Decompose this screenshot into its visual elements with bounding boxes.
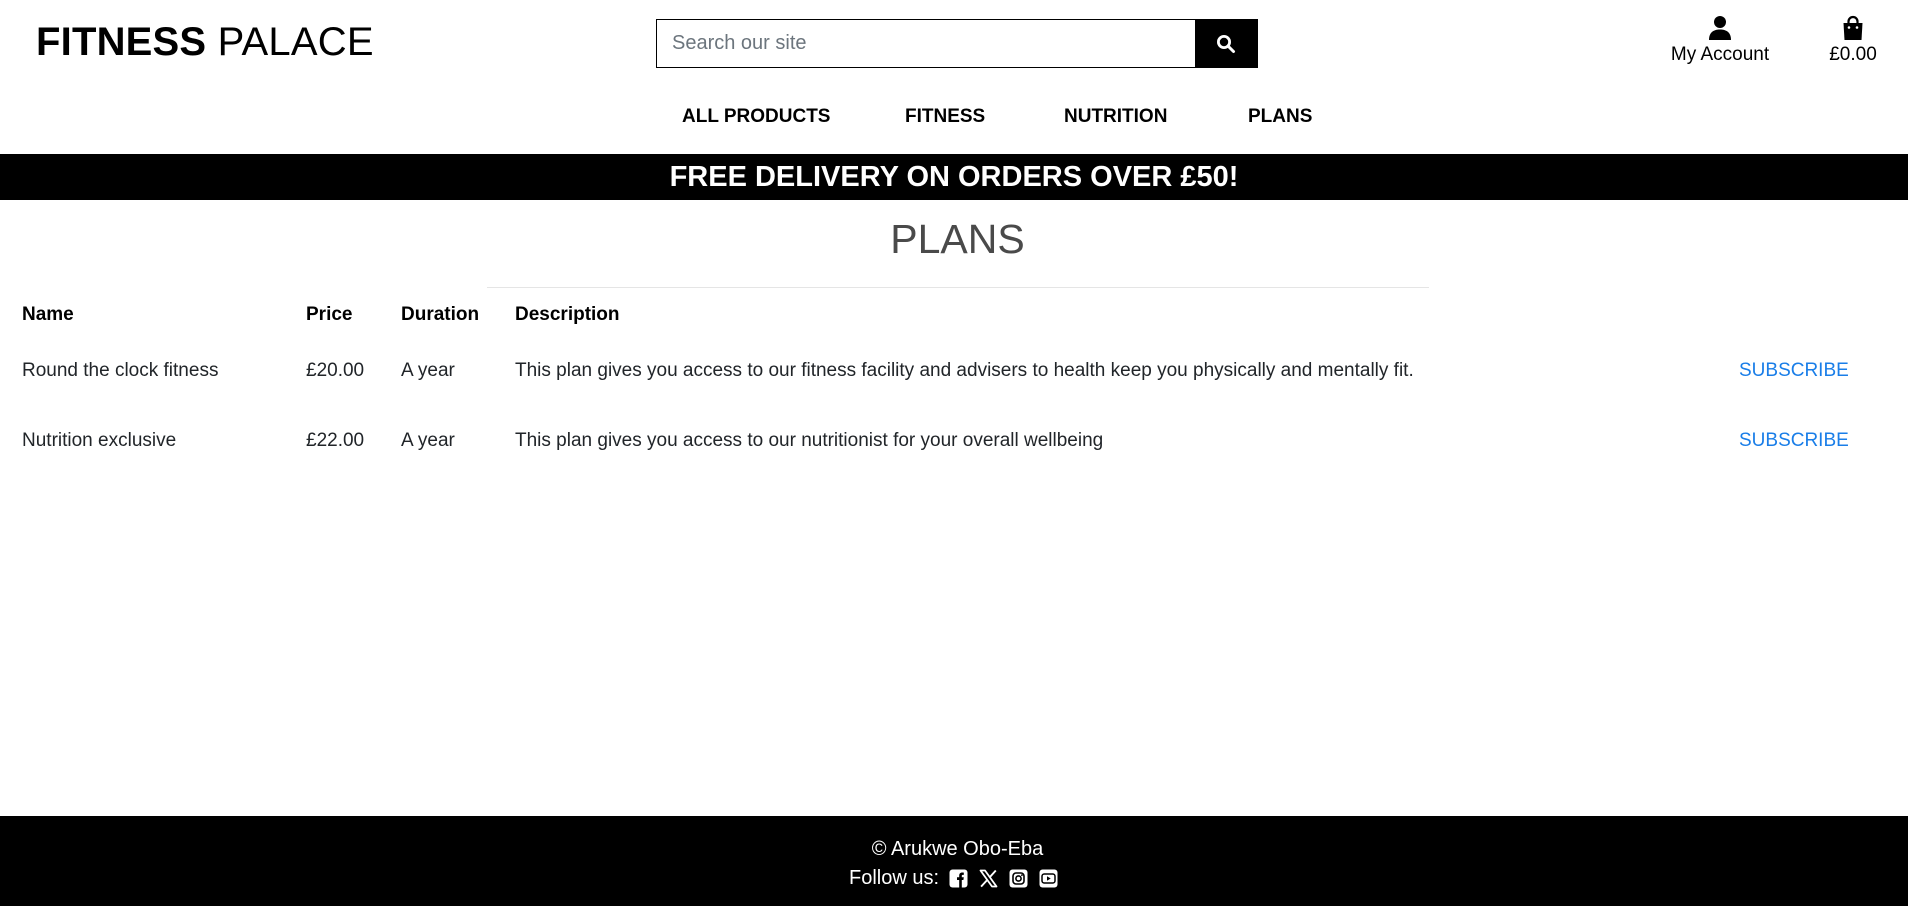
page-title: PLANS [890,216,1025,262]
x-twitter-icon [979,869,997,888]
subscribe-link[interactable]: SUBSCRIBE [1739,430,1849,451]
my-account-label: My Account [1670,44,1770,65]
plan-description: This plan gives you access to our nutrit… [515,430,1104,451]
plan-description: This plan gives you access to our fitnes… [515,360,1414,381]
table-row: Round the clock fitness £20.00 A year Th… [0,336,1908,406]
copyright-text: © Arukwe Obo-Eba [871,838,1044,860]
brand-name-regular: PALACE [217,20,374,64]
search-icon [1217,34,1235,53]
col-header-name: Name [22,304,74,325]
plan-price: £20.00 [306,360,365,381]
col-header-duration: Duration [401,304,480,325]
youtube-icon [1039,869,1058,888]
main-nav: ALL PRODUCTS FITNESS NUTRITION PLANS [0,106,1908,134]
youtube-link[interactable] [1037,868,1059,890]
search-form [656,19,1258,68]
x-twitter-link[interactable] [977,868,999,890]
col-header-price: Price [306,304,353,325]
plan-price: £22.00 [306,430,365,451]
cart-link[interactable]: £0.00 [1820,12,1886,66]
plan-duration: A year [401,430,455,451]
plan-name: Nutrition exclusive [22,430,177,451]
instagram-link[interactable] [1007,868,1029,890]
col-header-action [1739,294,1908,336]
nav-fitness[interactable]: FITNESS [905,106,985,128]
search-input[interactable] [657,20,1195,67]
plan-name: Round the clock fitness [22,360,219,381]
title-divider [487,287,1429,288]
follow-label: Follow us: [848,867,940,889]
promo-banner: FREE DELIVERY ON ORDERS OVER £50! [0,154,1908,200]
plans-table: Name Price Duration Description Round th… [0,294,1908,476]
search-button[interactable] [1195,20,1257,67]
site-footer: © Arukwe Obo-Eba Follow us: [0,816,1908,906]
plan-duration: A year [401,360,455,381]
nav-all-products[interactable]: ALL PRODUCTS [682,106,830,128]
col-header-description: Description [515,304,620,325]
subscribe-link[interactable]: SUBSCRIBE [1739,360,1849,381]
facebook-icon [949,869,968,888]
cart-total: £0.00 [1829,44,1877,65]
social-follow: Follow us: [0,867,1908,890]
facebook-link[interactable] [947,868,969,890]
nav-plans[interactable]: PLANS [1248,106,1312,128]
brand-name-bold: FITNESS [36,20,207,64]
my-account-link[interactable]: My Account [1660,12,1780,66]
subscribe-cell: SUBSCRIBE [1739,406,1908,476]
table-row: Nutrition exclusive £22.00 A year This p… [0,406,1908,476]
shopping-bag-icon [1843,15,1863,40]
site-header: FITNESS PALACE My Account [0,0,1908,154]
instagram-icon [1009,869,1028,888]
site-logo[interactable]: FITNESS PALACE [36,20,374,65]
table-header-row: Name Price Duration Description [0,294,1908,336]
nav-nutrition[interactable]: NUTRITION [1064,106,1167,128]
user-icon [1709,16,1731,40]
subscribe-cell: SUBSCRIBE [1739,336,1908,406]
